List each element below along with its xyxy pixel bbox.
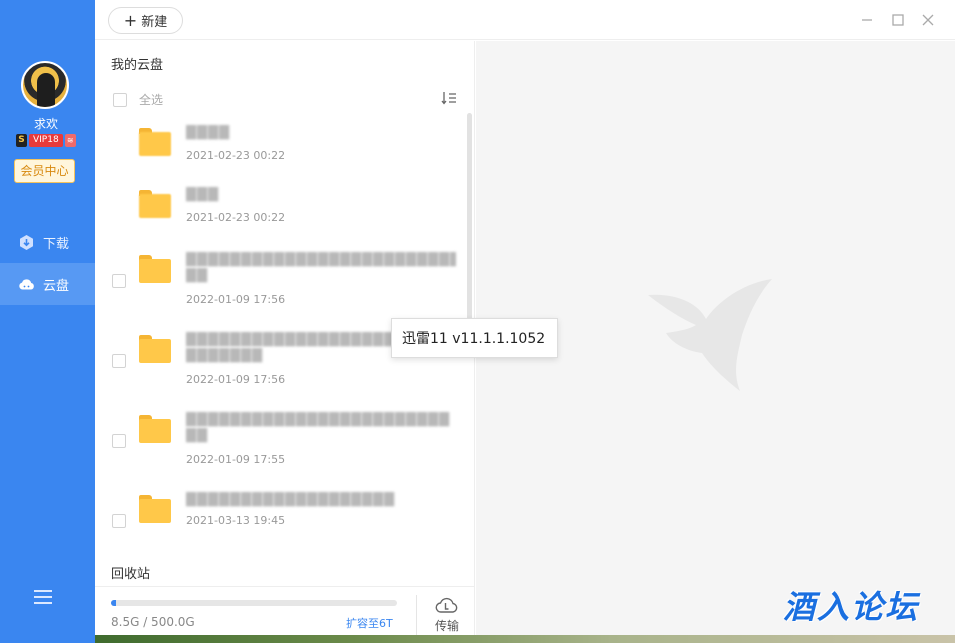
recycle-bin[interactable]: 回收站: [111, 563, 150, 582]
vip-badges: S VIP18 ≋: [16, 134, 76, 147]
storage-progress-fill: [111, 600, 116, 606]
sidebar: 求欢 S VIP18 ≋ 会员中心 下载 云盘: [0, 0, 95, 643]
file-row[interactable]: ████ 2021-02-23 00:22: [95, 119, 465, 189]
file-date: 2021-02-23 00:22: [186, 149, 286, 162]
select-all-checkbox[interactable]: [113, 92, 127, 107]
super-badge: S: [16, 134, 27, 147]
file-checkbox[interactable]: [112, 354, 126, 368]
desktop-background-strip: [95, 635, 955, 643]
vip-level-badge: VIP18: [29, 134, 63, 147]
file-date: 2022-01-09 17:55: [186, 453, 286, 466]
forum-watermark: 酒入论坛: [783, 588, 920, 626]
transfer-cloud-icon: [435, 597, 458, 613]
member-center-button[interactable]: 会员中心: [14, 159, 75, 183]
folder-icon: [139, 415, 171, 443]
file-name: ███████████████████: [186, 492, 395, 507]
file-date: 2021-02-23 00:22: [186, 211, 286, 224]
transfer-label: 传输: [434, 619, 459, 633]
avatar[interactable]: [21, 61, 69, 109]
scrollbar[interactable]: [467, 113, 472, 333]
file-row[interactable]: ███████████████████ 2021-03-13 19:45: [95, 484, 465, 554]
file-date: 2022-01-09 17:56: [186, 293, 286, 306]
file-name-line2: ██: [186, 268, 208, 283]
sort-icon[interactable]: [441, 91, 457, 105]
file-name: ███: [186, 187, 219, 202]
expand-storage-link[interactable]: 扩容至6T: [346, 615, 393, 631]
file-name: ████████████████████: [186, 332, 406, 347]
sidebar-item-cloud[interactable]: 云盘: [0, 263, 95, 305]
folder-icon: [139, 190, 171, 218]
folder-icon: [139, 495, 171, 523]
new-button-label: 新建: [141, 15, 168, 30]
year-badge: ≋: [64, 134, 76, 147]
file-checkbox[interactable]: [112, 434, 126, 448]
file-row[interactable]: ███ 2021-02-23 00:22: [95, 181, 465, 251]
folder-icon: [139, 255, 171, 283]
select-all-label: 全选: [139, 93, 164, 107]
download-icon: [20, 234, 33, 250]
storage-progress: [111, 600, 397, 606]
file-row[interactable]: █████████████████████████ ██ 2022-01-09 …: [95, 244, 465, 314]
file-checkbox[interactable]: [112, 514, 126, 528]
select-all[interactable]: 全选: [113, 91, 163, 108]
file-name-line2: ███████: [186, 348, 263, 363]
menu-icon[interactable]: [34, 590, 52, 606]
folder-icon: [139, 335, 171, 363]
file-name: ████: [186, 125, 230, 140]
username: 求欢: [33, 117, 58, 131]
divider: [416, 595, 417, 635]
file-row[interactable]: ████████████████████████ ██ 2022-01-09 1…: [95, 404, 465, 474]
cloud-icon: [19, 278, 34, 289]
sidebar-item-label: 下载: [43, 236, 70, 252]
plus-icon: +: [123, 10, 138, 30]
maximize-icon[interactable]: [890, 12, 906, 28]
file-name: ████████████████████████: [186, 412, 450, 427]
minimize-icon[interactable]: [859, 12, 875, 28]
folder-icon: [139, 128, 171, 156]
sidebar-item-label: 云盘: [43, 278, 70, 294]
file-date: 2021-03-13 19:45: [186, 514, 286, 527]
file-name-line2: ██: [186, 428, 208, 443]
top-bar: + 新建: [95, 0, 955, 40]
version-tooltip: 迅雷11 v11.1.1.1052: [391, 318, 558, 358]
close-icon[interactable]: [920, 12, 936, 28]
panel-title: 我的云盘: [111, 58, 164, 73]
file-checkbox[interactable]: [112, 274, 126, 288]
thunder-bird-logo-icon: [648, 279, 772, 391]
file-date: 2022-01-09 17:56: [186, 373, 286, 386]
new-button[interactable]: + 新建: [108, 7, 183, 34]
file-name: █████████████████████████: [186, 252, 456, 267]
sidebar-item-download[interactable]: 下载: [0, 221, 95, 263]
storage-used-text: 8.5G / 500.0G: [111, 615, 195, 629]
transfer-button[interactable]: 传输: [429, 595, 465, 634]
